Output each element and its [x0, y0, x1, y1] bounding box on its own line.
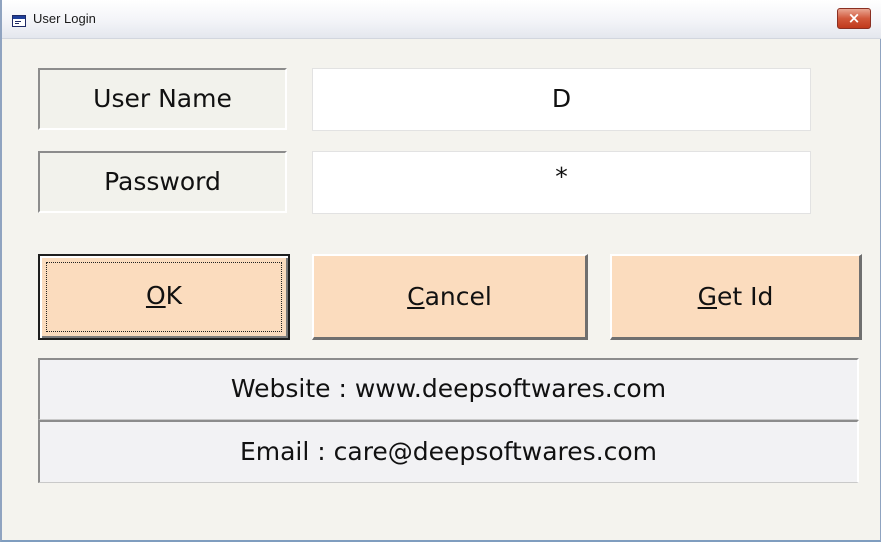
get-id-button-label: Get Id — [698, 282, 774, 311]
get-id-button[interactable]: Get Id — [610, 254, 862, 340]
password-input[interactable]: * — [312, 151, 811, 214]
ok-button-accel: O — [145, 281, 166, 310]
email-info: Email : care@deepsoftwares.com — [38, 420, 859, 483]
user-name-label-text: User Name — [93, 84, 232, 113]
website-text: Website : www.deepsoftwares.com — [230, 374, 667, 403]
cancel-button-rest: ancel — [424, 282, 492, 311]
close-button[interactable]: × — [837, 8, 871, 29]
website-info: Website : www.deepsoftwares.com — [38, 358, 859, 420]
close-icon: × — [847, 9, 861, 27]
user-name-label: User Name — [38, 68, 287, 130]
user-name-input[interactable]: D — [312, 68, 811, 131]
title-bar[interactable]: User Login × — [2, 0, 881, 39]
email-text: Email : care@deepsoftwares.com — [239, 437, 658, 466]
password-label: Password — [38, 151, 287, 213]
ok-button[interactable]: OK — [38, 254, 290, 340]
password-label-text: Password — [104, 167, 221, 196]
login-window: User Login × User Name D Password * OK C… — [0, 0, 881, 542]
ok-button-rest: K — [165, 281, 183, 310]
cancel-button-label: Cancel — [407, 282, 492, 311]
get-id-button-rest: et Id — [717, 282, 774, 311]
cancel-button-accel: C — [407, 282, 425, 311]
user-name-value: D — [551, 84, 572, 113]
cancel-button[interactable]: Cancel — [312, 254, 588, 340]
window-icon — [12, 12, 26, 27]
get-id-button-accel: G — [697, 282, 717, 311]
password-value: * — [555, 162, 568, 191]
window-title: User Login — [33, 11, 96, 26]
ok-button-label: OK — [146, 281, 182, 310]
